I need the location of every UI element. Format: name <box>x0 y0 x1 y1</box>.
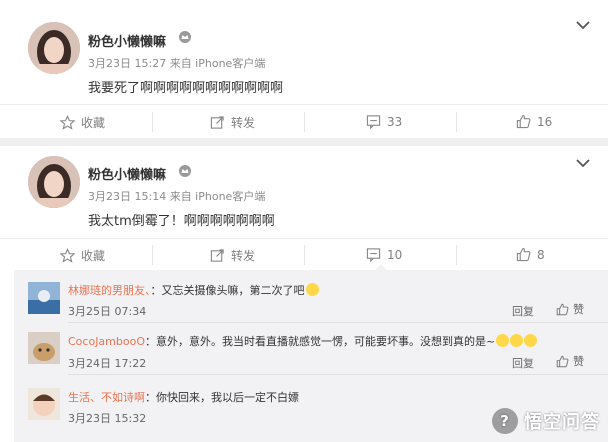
reply-button[interactable]: 回复 <box>512 303 534 319</box>
post-text: 我要死了啊啊啊啊啊啊啊啊啊啊啊 <box>88 81 284 96</box>
comment-like-label: 赞 <box>573 303 584 316</box>
avatar[interactable] <box>28 332 60 364</box>
weibo-post-2: 粉色小懒懒嘛 3月23日 15:14 来自 iPhone客户端 我太tm倒霉了！… <box>0 146 608 270</box>
username[interactable]: 粉色小懒懒嘛 <box>88 31 166 50</box>
thumbs-up-icon <box>556 355 569 367</box>
repost-label: 转发 <box>231 249 256 263</box>
like-count: 16 <box>537 114 553 129</box>
favorite-label: 收藏 <box>81 116 106 130</box>
repost-icon <box>210 249 224 262</box>
divider <box>68 374 608 375</box>
comment-time: 3月25日 07:34 <box>68 305 147 318</box>
sad-emoji-icon <box>496 334 510 347</box>
avatar[interactable] <box>28 388 60 420</box>
divider <box>68 322 608 323</box>
thumbs-up-icon <box>516 247 531 262</box>
divider <box>456 112 457 132</box>
watermark-logo-icon: ? <box>492 408 518 434</box>
favorite-label: 收藏 <box>81 249 106 263</box>
comment-like-button[interactable]: 赞 <box>556 301 584 317</box>
like-count: 8 <box>537 247 545 262</box>
favorite-button[interactable]: 收藏 <box>60 247 105 264</box>
weibo-post-1: 粉色小懒懒嘛 3月23日 15:27 来自 iPhone客户端 我要死了啊啊啊啊… <box>0 0 608 138</box>
comment-count: 33 <box>387 114 403 129</box>
thumbs-up-icon <box>516 114 531 129</box>
comment-time: 3月23日 15:32 <box>68 412 147 425</box>
avatar[interactable] <box>28 156 80 208</box>
sad-emoji-icon <box>510 334 524 347</box>
chevron-down-icon[interactable] <box>576 158 590 168</box>
repost-button[interactable]: 转发 <box>210 114 255 131</box>
chevron-down-icon[interactable] <box>576 20 590 30</box>
sad-emoji-icon <box>524 334 538 347</box>
divider <box>304 245 305 265</box>
post-meta: 3月23日 15:27 来自 iPhone客户端 <box>88 57 266 70</box>
divider <box>0 104 608 105</box>
comment-button[interactable]: 33 <box>366 114 402 129</box>
post-text: 我太tm倒霉了！啊啊啊啊啊啊啊 <box>88 214 275 229</box>
smile-emoji-icon <box>305 283 319 296</box>
comment-text: CocoJambooO：意外，意外。我当时看直播就感觉一愣，可能要坏事。没想到真… <box>68 333 538 349</box>
like-button[interactable]: 8 <box>516 247 545 262</box>
comment-icon <box>366 115 381 129</box>
repost-button[interactable]: 转发 <box>210 247 255 264</box>
post-gap <box>0 138 608 146</box>
comment-like-label: 赞 <box>573 355 584 368</box>
crown-icon <box>178 164 192 181</box>
comment-time: 3月24日 17:22 <box>68 357 147 370</box>
divider <box>152 112 153 132</box>
comment-username[interactable]: 生活、不如诗啊 <box>68 391 145 404</box>
reply-button[interactable]: 回复 <box>512 355 534 371</box>
post-meta: 3月23日 15:14 来自 iPhone客户端 <box>88 190 266 203</box>
caret-icon <box>374 264 388 271</box>
repost-icon <box>210 116 224 129</box>
comment-username[interactable]: CocoJambooO <box>68 335 145 348</box>
watermark-text: 悟空问答 <box>524 412 600 433</box>
like-button[interactable]: 16 <box>516 114 552 129</box>
divider <box>0 238 608 239</box>
star-icon <box>60 248 75 263</box>
repost-label: 转发 <box>231 116 256 130</box>
comment-text: 生活、不如诗啊：你快回来，我以后一定不白嫖 <box>68 389 299 405</box>
divider <box>152 245 153 265</box>
comment-username[interactable]: 林娜琏的男朋友、 <box>68 284 151 297</box>
star-icon <box>60 115 75 130</box>
thumbs-up-icon <box>556 303 569 315</box>
comment-icon <box>366 248 381 262</box>
avatar[interactable] <box>28 22 80 74</box>
comment-body: ：意外，意外。我当时看直播就感觉一愣，可能要坏事。没想到真的是~ <box>145 335 496 348</box>
avatar[interactable] <box>28 282 60 314</box>
comment-text: 林娜琏的男朋友、：又忘关摄像头嘛，第二次了吧 <box>68 282 319 298</box>
favorite-button[interactable]: 收藏 <box>60 114 105 131</box>
comment-button[interactable]: 10 <box>366 247 402 262</box>
divider <box>456 245 457 265</box>
crown-icon <box>178 30 192 47</box>
comment-count: 10 <box>387 247 403 262</box>
divider <box>304 112 305 132</box>
comment-like-button[interactable]: 赞 <box>556 353 584 369</box>
watermark: ? 悟空问答 <box>492 408 600 434</box>
comment-body: ：你快回来，我以后一定不白嫖 <box>145 391 299 404</box>
comment-body: ：又忘关摄像头嘛，第二次了吧 <box>150 284 305 297</box>
username[interactable]: 粉色小懒懒嘛 <box>88 164 166 183</box>
